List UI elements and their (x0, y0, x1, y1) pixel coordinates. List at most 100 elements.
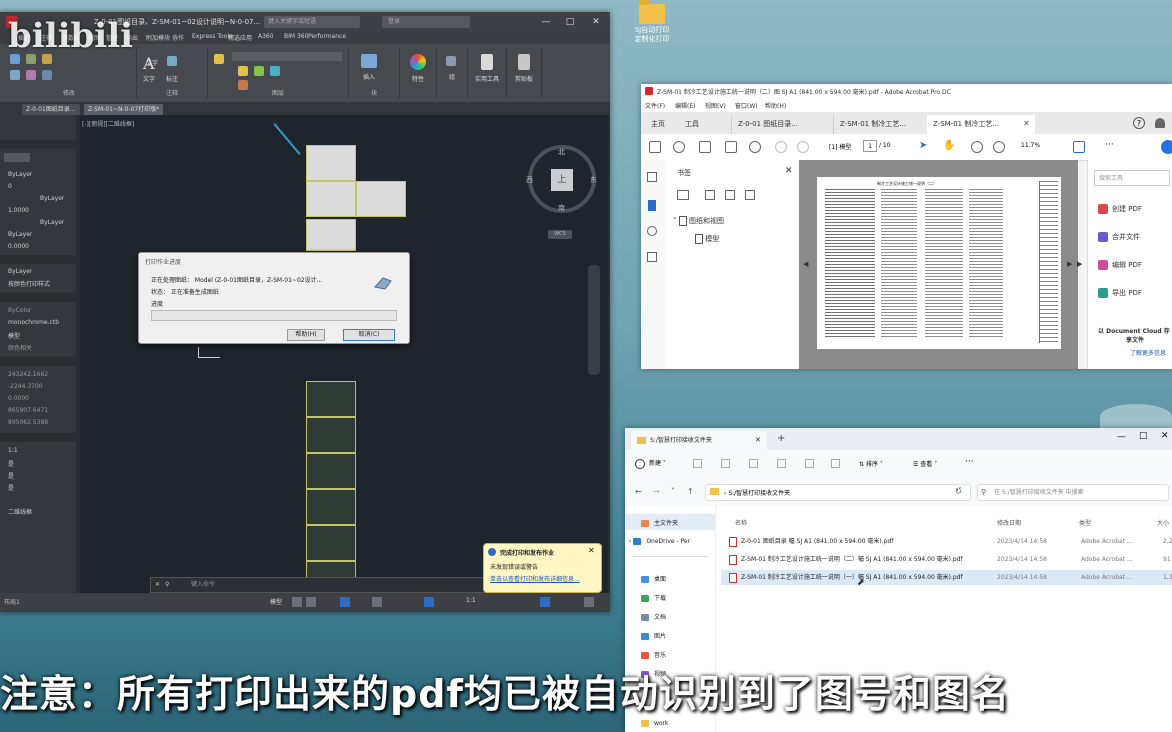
explorer-tab[interactable]: S:/智慧打印接收文件夹 ✕ (631, 431, 767, 450)
up-arrow-icon[interactable]: ↑ (687, 487, 694, 496)
search-tools-input[interactable]: 搜索工具 (1094, 170, 1170, 186)
file-tab-1[interactable]: Z-0-01图纸目录... (22, 104, 80, 115)
nav-tools[interactable]: 工具 (679, 115, 705, 134)
share-icon[interactable] (805, 459, 814, 468)
more-tools-icon[interactable]: ··· (1105, 140, 1114, 150)
account-icon[interactable] (1161, 140, 1172, 154)
nav-item-downloads[interactable]: 下载 (641, 593, 666, 602)
viewport-label[interactable]: [-][俯视][二维线框] (82, 119, 134, 128)
layers-icon[interactable] (647, 252, 657, 262)
calculator-icon[interactable] (481, 54, 493, 70)
copy-icon[interactable] (10, 70, 20, 80)
autocad-user-login[interactable]: 登录 (382, 16, 470, 28)
desktop-folder-icon[interactable]: SJ自动打印 定制化打印 (630, 0, 674, 44)
bell-icon[interactable] (1155, 118, 1165, 128)
fillet-icon[interactable] (42, 70, 52, 80)
prop-layer[interactable]: ByLayer (8, 171, 32, 178)
notification-close-icon[interactable]: ✕ (588, 546, 595, 555)
menu-window[interactable]: 窗口(W) (735, 101, 758, 110)
maximize-button[interactable]: □ (1139, 431, 1148, 441)
sort-button[interactable]: ⇅ 排序 ˅ (859, 459, 883, 468)
text-a-icon[interactable]: A (143, 54, 155, 73)
cloud-learn-more-link[interactable]: 了解更多信息 (1130, 348, 1166, 357)
collapse-pane-arrow-icon[interactable]: ▶ (1077, 260, 1082, 268)
navigation-bar[interactable] (588, 265, 600, 375)
prop-color[interactable]: 0 (8, 183, 12, 190)
bookmark-item-drawings[interactable]: ˅ 图纸和视图 (673, 216, 724, 226)
rename-icon[interactable] (777, 459, 786, 468)
compass-north[interactable]: 北 (558, 147, 565, 157)
dimension-icon[interactable] (167, 56, 177, 66)
nav-item-pictures[interactable]: 图片 (641, 631, 666, 640)
layer-freeze-icon[interactable] (238, 66, 248, 76)
nav-item-documents[interactable]: 文档 (641, 612, 666, 621)
help-icon[interactable]: ? (1133, 117, 1145, 129)
expand-bookmark-icon[interactable] (745, 190, 755, 200)
insert-block-icon[interactable] (361, 54, 377, 68)
select-cursor-icon[interactable]: ➤ (919, 140, 927, 151)
upload-icon[interactable] (673, 141, 685, 153)
menu-edit[interactable]: 编辑(E) (675, 101, 695, 110)
menu-file[interactable]: 文件(F) (645, 101, 665, 110)
command-input[interactable]: 键入命令 (191, 578, 215, 592)
wcs-menu[interactable]: WCS (548, 230, 572, 239)
page-number-input[interactable]: 1 (863, 140, 877, 152)
ribbon-tab-bim360[interactable]: BIM 360 (284, 33, 308, 40)
page-down-icon[interactable] (797, 141, 809, 153)
minimize-button[interactable]: — (538, 15, 554, 29)
nav-item-music[interactable]: 音乐 (641, 650, 666, 659)
notification-details-link[interactable]: 单击以查看打印和发布详细信息... (490, 574, 580, 583)
attachment-icon[interactable] (647, 226, 657, 236)
prop-ucs[interactable]: 颜色相关 (8, 343, 32, 352)
maximize-button[interactable]: □ (562, 15, 578, 29)
close-cmd-icon[interactable]: ✕ (155, 578, 160, 592)
properties-label[interactable]: 特性 (406, 74, 430, 83)
properties-dropdown[interactable] (4, 153, 30, 162)
minimize-button[interactable]: — (1117, 432, 1126, 442)
prop-s3[interactable]: 是 (8, 471, 14, 480)
copy-icon[interactable] (721, 459, 730, 468)
prop-s4[interactable]: 是 (8, 483, 14, 492)
prev-page-arrow-icon[interactable]: ◀ (803, 260, 808, 268)
insert-block-label[interactable]: 插入 (357, 72, 381, 81)
nav-item-work[interactable]: work (641, 720, 669, 727)
viewcube-top[interactable]: 上 (551, 169, 573, 191)
text-tool-label[interactable]: 文字 (141, 74, 157, 83)
tab-close-icon[interactable]: ✕ (1023, 119, 1030, 128)
compass-south[interactable]: 南 (558, 203, 565, 213)
prop-thickness[interactable]: 0.0000 (8, 243, 29, 250)
plot-complete-notification[interactable]: 完成打印和发布作业 ✕ 未发现错误或警告 单击以查看打印和发布详细信息... (483, 543, 602, 593)
doc-tab-1[interactable]: Z-0-01 图纸目录... (731, 115, 834, 134)
menu-view[interactable]: 视图(V) (705, 101, 726, 110)
tool-export-pdf[interactable]: 导出 PDF (1098, 288, 1142, 298)
prop-wire[interactable]: 二维线框 (8, 507, 32, 516)
snap-icon[interactable] (306, 597, 316, 607)
column-header-name[interactable]: 名称 (735, 518, 747, 527)
file-tab-2[interactable]: Z-SM-01~N-0-07打印版* (84, 104, 164, 115)
doc-tab-2[interactable]: Z-SM-01 制冷工艺... (833, 115, 936, 134)
back-arrow-icon[interactable]: ← (635, 487, 642, 496)
search-icon[interactable] (749, 141, 761, 153)
group-icon[interactable] (446, 56, 456, 66)
nav-item-desktop[interactable]: 桌面 (641, 574, 666, 583)
prop-plot-table[interactable]: monochrome.ctb (8, 319, 59, 326)
search-input[interactable]: 在 S:/智慧打印接收文件夹 中搜索 (977, 484, 1169, 501)
cancel-button[interactable]: 取消(C) (343, 329, 395, 341)
delete-icon[interactable] (831, 459, 840, 468)
layer-dropdown[interactable] (232, 52, 342, 61)
mirror-icon[interactable] (26, 70, 36, 80)
refresh-icon[interactable]: ↻ (955, 487, 962, 496)
nav-item-onedrive[interactable]: › OneDrive - Per (629, 538, 690, 545)
autocad-search-input[interactable]: 键入关键字或短语 (264, 16, 360, 28)
help-button[interactable]: 帮助(H) (287, 329, 325, 341)
column-header-size[interactable]: 大小 (1157, 518, 1169, 527)
ribbon-tab-a360[interactable]: A360 (258, 33, 274, 40)
mail-icon[interactable] (725, 141, 737, 153)
bookmark-item-model[interactable]: 模型 (695, 234, 719, 244)
more-options-icon[interactable]: ··· (965, 457, 974, 467)
delete-bookmark-icon[interactable] (705, 190, 715, 200)
file-row[interactable]: Z-SM-01 制冷工艺设计施工统一说明（二）幅 SJ A1 (841.00 x… (721, 552, 1172, 567)
prop-linetype[interactable]: ByLayer (40, 195, 64, 202)
zoom-level[interactable]: 11.7% (1021, 142, 1040, 149)
prop-s1[interactable]: 1:1 (8, 447, 18, 454)
